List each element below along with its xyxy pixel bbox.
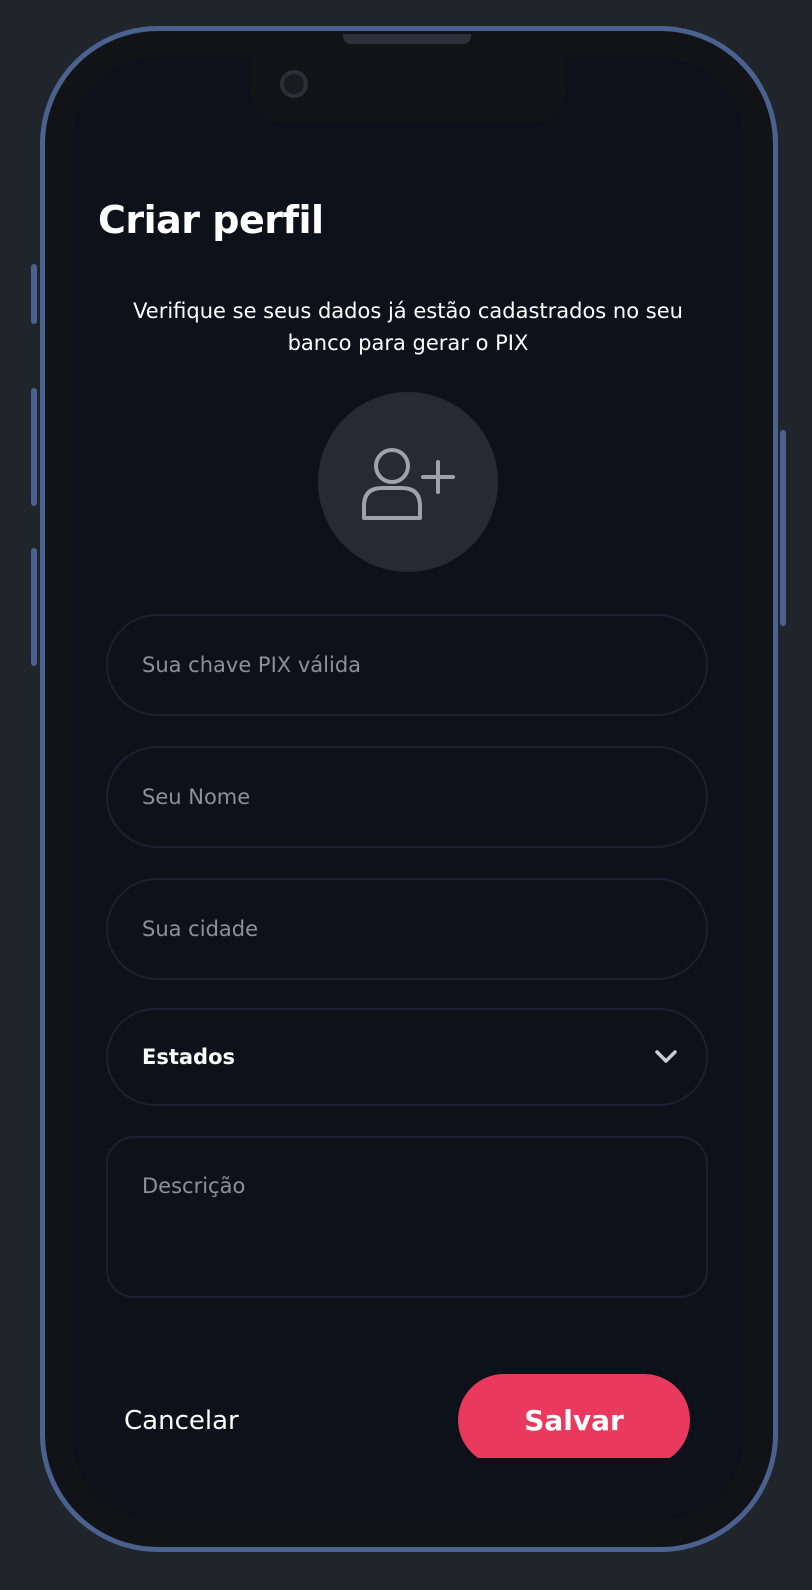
name-input[interactable]: Seu Nome — [106, 746, 708, 848]
phone-side-button — [31, 388, 37, 506]
city-input[interactable]: Sua cidade — [106, 878, 708, 980]
cancel-button[interactable]: Cancelar — [124, 1406, 239, 1436]
phone-side-button — [31, 548, 37, 666]
chevron-down-icon — [655, 1050, 677, 1063]
page-subtitle: Verifique se seus dados já estão cadastr… — [133, 299, 683, 355]
add-photo-button[interactable] — [318, 392, 498, 572]
pix-key-input[interactable]: Sua chave PIX válida — [106, 614, 708, 716]
pix-key-placeholder: Sua chave PIX válida — [142, 653, 362, 677]
city-placeholder: Sua cidade — [142, 917, 259, 941]
page-title: Criar perfil — [98, 198, 324, 242]
save-button[interactable]: Salvar — [458, 1374, 690, 1466]
phone-side-button — [780, 430, 786, 626]
camera-icon — [280, 70, 308, 98]
phone-side-button — [31, 264, 37, 324]
description-textarea[interactable]: Descrição — [106, 1136, 708, 1298]
description-placeholder: Descrição — [142, 1174, 246, 1198]
screen: Criar perfil Verifique se seus dados já … — [72, 58, 744, 1520]
state-select-value: Estados — [142, 1045, 236, 1069]
state-select[interactable]: Estados — [106, 1008, 708, 1106]
bottom-safe-area — [72, 1458, 744, 1520]
name-placeholder: Seu Nome — [142, 785, 251, 809]
notch — [250, 58, 566, 124]
speaker-grille — [343, 34, 471, 44]
user-plus-icon — [362, 448, 455, 520]
